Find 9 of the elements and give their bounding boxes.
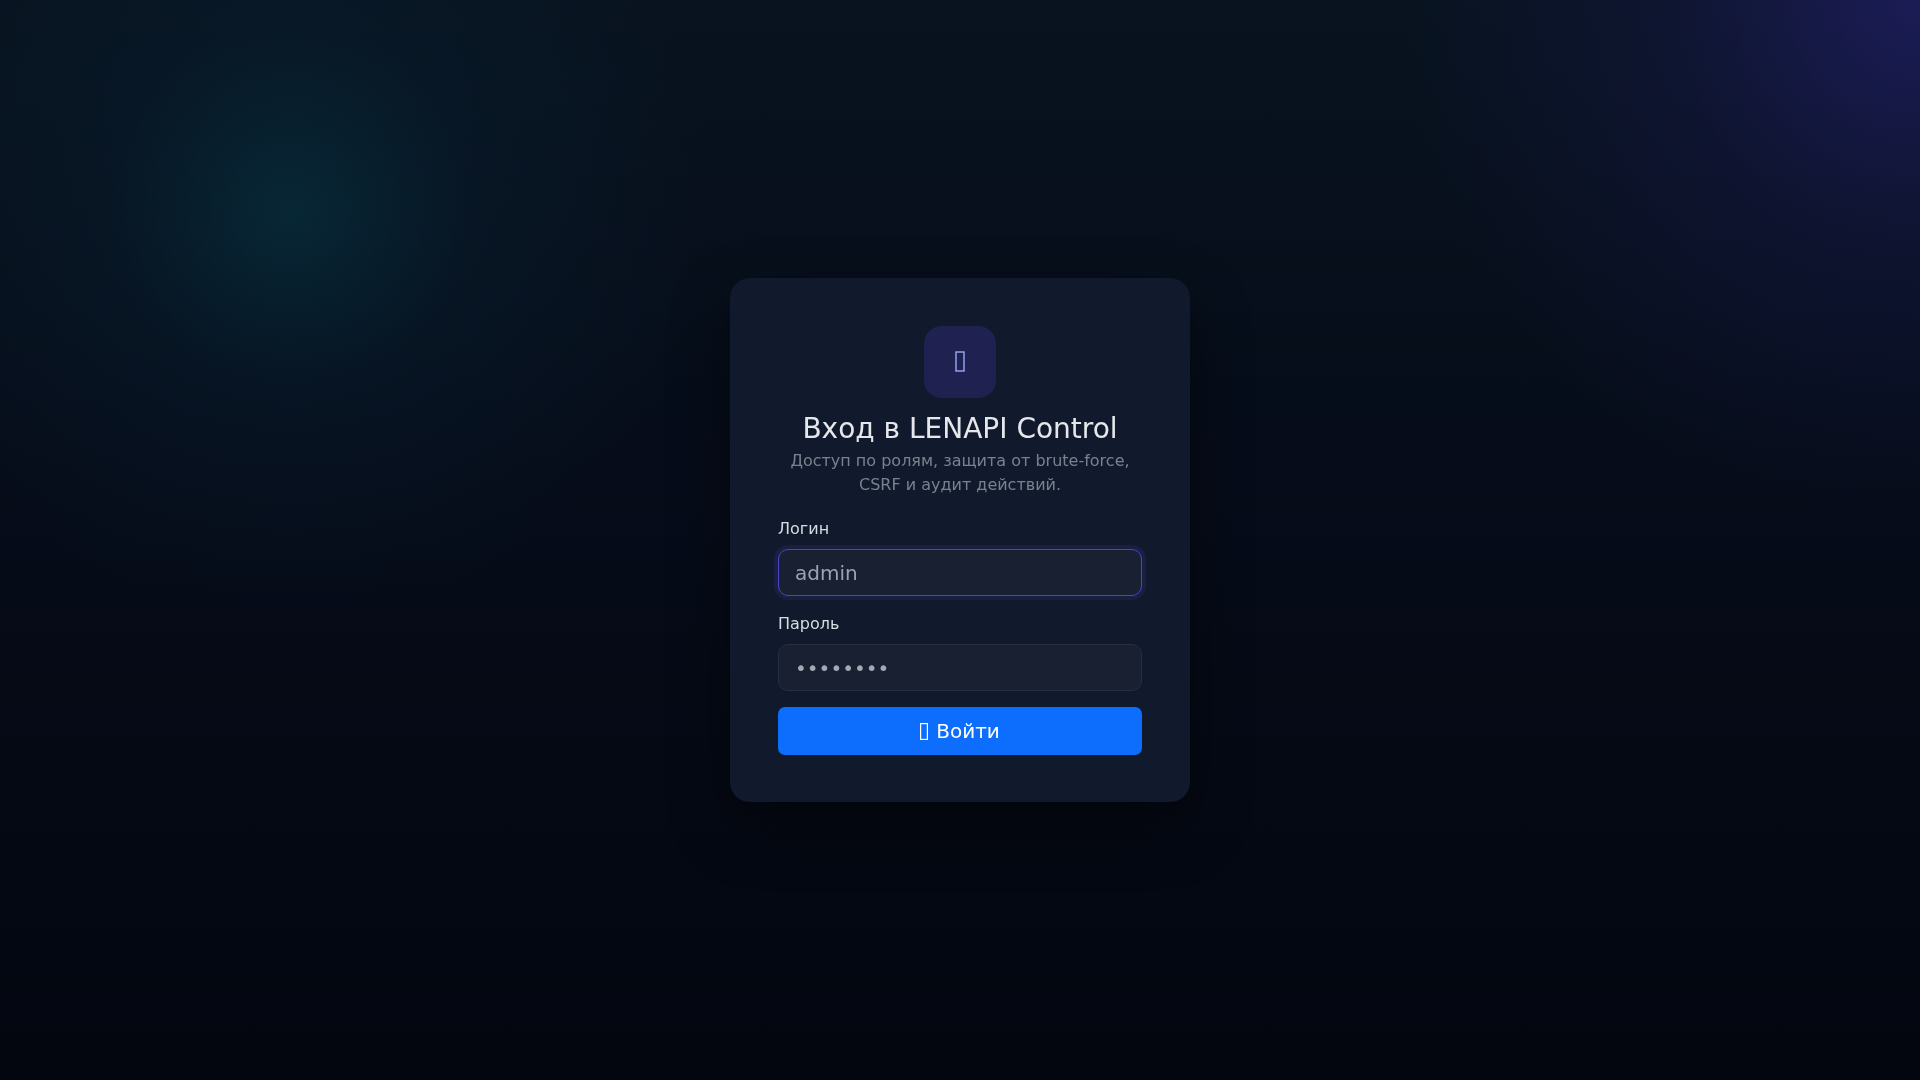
login-field[interactable]: admin <box>778 549 1142 596</box>
missing-glyph-icon <box>920 722 929 740</box>
password-field[interactable]: •••••••• <box>778 644 1142 691</box>
login-title: Вход в LENAPI Control <box>802 412 1118 446</box>
app-logo-icon <box>924 326 996 398</box>
field-label: Логин <box>778 518 830 540</box>
field-label: Пароль <box>778 613 840 635</box>
login-button[interactable]: Войти <box>778 707 1142 755</box>
login-subtitle: Доступ по ролям, защита от brute-force, CSRF и аудит действий. <box>789 450 1131 496</box>
